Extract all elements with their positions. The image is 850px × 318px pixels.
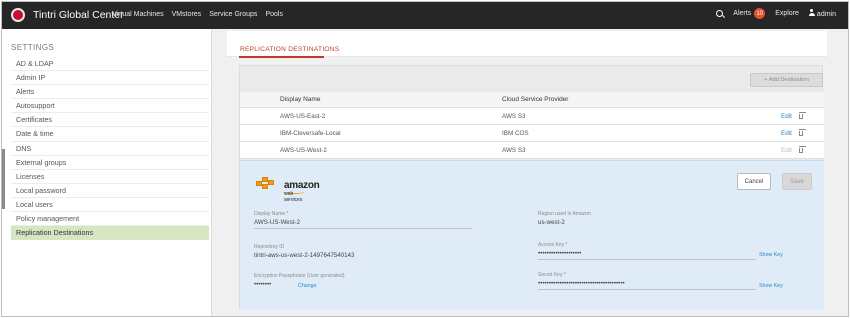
sidebar-item-local-users[interactable]: Local users (11, 198, 209, 213)
edit-link[interactable]: Edit (781, 142, 792, 158)
delete-button[interactable] (798, 142, 806, 158)
nav-virtual-machines[interactable]: Virtual Machines (112, 11, 164, 18)
settings-title: SETTINGS (11, 43, 55, 52)
sidebar-item-certificates[interactable]: Certificates (11, 113, 209, 128)
user-menu[interactable]: admin (808, 9, 836, 18)
delete-button[interactable] (798, 125, 806, 141)
access-key-field[interactable]: Access Key * •••••••••••••••••••• (538, 242, 756, 260)
alerts-button[interactable]: Alerts 10 (733, 8, 766, 19)
aws-logo-subtext: web services (284, 191, 303, 203)
sidebar-item-date-time[interactable]: Date & time (11, 127, 209, 142)
table-row[interactable]: IBM-Cleversafe-Local IBM COS Edit (240, 125, 824, 142)
row-provider: IBM COS (502, 129, 529, 137)
display-name-field[interactable]: Display Name * AWS-US-West-2 (254, 211, 472, 229)
table-row[interactable]: AWS-US-East-2 AWS S3 Edit (240, 108, 824, 125)
alerts-count-badge: 10 (754, 8, 766, 19)
add-destination-button[interactable]: + Add Destination (750, 73, 823, 87)
settings-menu: AD & LDAP Admin IP Alerts Autosupport Ce… (11, 57, 209, 241)
row-display-name: AWS-US-West-2 (280, 146, 327, 154)
sidebar-item-policy-management[interactable]: Policy management (11, 212, 209, 227)
repository-id-field: Repository ID tintri-aws-us-west-2-14976… (254, 244, 472, 259)
main-content: REPLICATION DESTINATIONS + Add Destinati… (212, 29, 848, 316)
destination-edit-form: amazon web services Cancel Save Display … (240, 160, 824, 310)
sidebar-item-external-groups[interactable]: External groups (11, 156, 209, 170)
access-key-label: Access Key * (538, 242, 568, 248)
show-access-key-link[interactable]: Show Key (759, 252, 783, 258)
encryption-passphrase-value: •••••••• (254, 281, 272, 288)
change-passphrase-link[interactable]: Change (298, 283, 317, 289)
display-name-label: Display Name * (254, 211, 289, 217)
aws-logo: amazon web services (256, 171, 320, 203)
secret-key-value[interactable]: •••••••••••••••••••••••••••••••••••••••• (538, 280, 756, 287)
destinations-table: Display Name Cloud Service Provider AWS-… (240, 92, 824, 159)
encryption-passphrase-label: Encryption Passphrase (User generated) (254, 273, 345, 279)
show-secret-key-link[interactable]: Show Key (759, 283, 783, 289)
app-window: Tintri Global Center Virtual Machines VM… (1, 1, 849, 317)
search-icon[interactable] (716, 10, 724, 17)
column-header-display-name: Display Name (280, 96, 321, 103)
region-field: Region used in Amazon us-west-2 (538, 211, 756, 226)
user-icon (808, 9, 815, 16)
secret-key-label: Secret Key * (538, 272, 566, 278)
column-header-provider: Cloud Service Provider (502, 96, 569, 103)
sidebar-item-dns[interactable]: DNS (11, 142, 209, 156)
access-key-value[interactable]: •••••••••••••••••••• (538, 250, 756, 257)
sidebar-item-local-password[interactable]: Local password (11, 184, 209, 198)
tintri-logo-icon[interactable] (11, 8, 25, 22)
trash-icon (798, 111, 806, 119)
trash-icon (798, 145, 806, 153)
secret-key-field[interactable]: Secret Key * •••••••••••••••••••••••••••… (538, 272, 756, 290)
sidebar-item-admin-ip[interactable]: Admin IP (11, 71, 209, 86)
delete-button[interactable] (798, 108, 806, 124)
main-nav: Virtual Machines VMstores Service Groups… (112, 11, 283, 18)
region-value: us-west-2 (538, 219, 565, 226)
explore-link[interactable]: Explore (775, 10, 799, 17)
settings-sidebar: SETTINGS AD & LDAP Admin IP Alerts Autos… (2, 29, 212, 316)
region-label: Region used in Amazon (538, 211, 591, 217)
repository-id-label: Repository ID (254, 244, 285, 250)
page-header: REPLICATION DESTINATIONS (227, 31, 827, 58)
sidebar-item-alerts[interactable]: Alerts (11, 85, 209, 100)
display-name-value[interactable]: AWS-US-West-2 (254, 219, 472, 226)
sidebar-item-licenses[interactable]: Licenses (11, 170, 209, 184)
sidebar-item-ad-ldap[interactable]: AD & LDAP (11, 57, 209, 72)
row-provider: AWS S3 (502, 112, 526, 120)
top-navigation-bar: Tintri Global Center Virtual Machines VM… (2, 2, 848, 29)
edit-link[interactable]: Edit (781, 108, 792, 124)
destinations-panel: + Add Destination Display Name Cloud Ser… (239, 65, 824, 310)
trash-icon (798, 128, 806, 136)
sidebar-item-autosupport[interactable]: Autosupport (11, 99, 209, 114)
nav-service-groups[interactable]: Service Groups (209, 11, 257, 18)
nav-vmstores[interactable]: VMstores (172, 11, 202, 18)
topbar-right: Alerts 10 Explore admin (716, 8, 836, 19)
active-tab-indicator (239, 56, 324, 58)
table-row[interactable]: AWS-US-West-2 AWS S3 Edit (240, 142, 824, 159)
table-header-row: Display Name Cloud Service Provider (240, 92, 824, 108)
edit-link[interactable]: Edit (781, 125, 792, 141)
alerts-label: Alerts (733, 10, 752, 17)
encryption-passphrase-field: Encryption Passphrase (User generated) •… (254, 273, 472, 288)
tab-replication-destinations[interactable]: REPLICATION DESTINATIONS (240, 46, 339, 53)
nav-pools[interactable]: Pools (265, 11, 283, 18)
row-display-name: AWS-US-East-2 (280, 112, 326, 120)
brand-title[interactable]: Tintri Global Center (33, 9, 124, 21)
cancel-button[interactable]: Cancel (737, 173, 771, 190)
aws-cubes-icon (256, 175, 280, 191)
row-display-name: IBM-Cleversafe-Local (280, 129, 341, 137)
sidebar-item-replication-destinations[interactable]: Replication Destinations (11, 226, 209, 241)
user-name: admin (816, 11, 836, 18)
row-provider: AWS S3 (502, 146, 526, 154)
repository-id-value: tintri-aws-us-west-2-1497647540143 (254, 252, 355, 259)
save-button[interactable]: Save (782, 173, 812, 190)
sidebar-collapse-handle[interactable] (2, 149, 5, 209)
